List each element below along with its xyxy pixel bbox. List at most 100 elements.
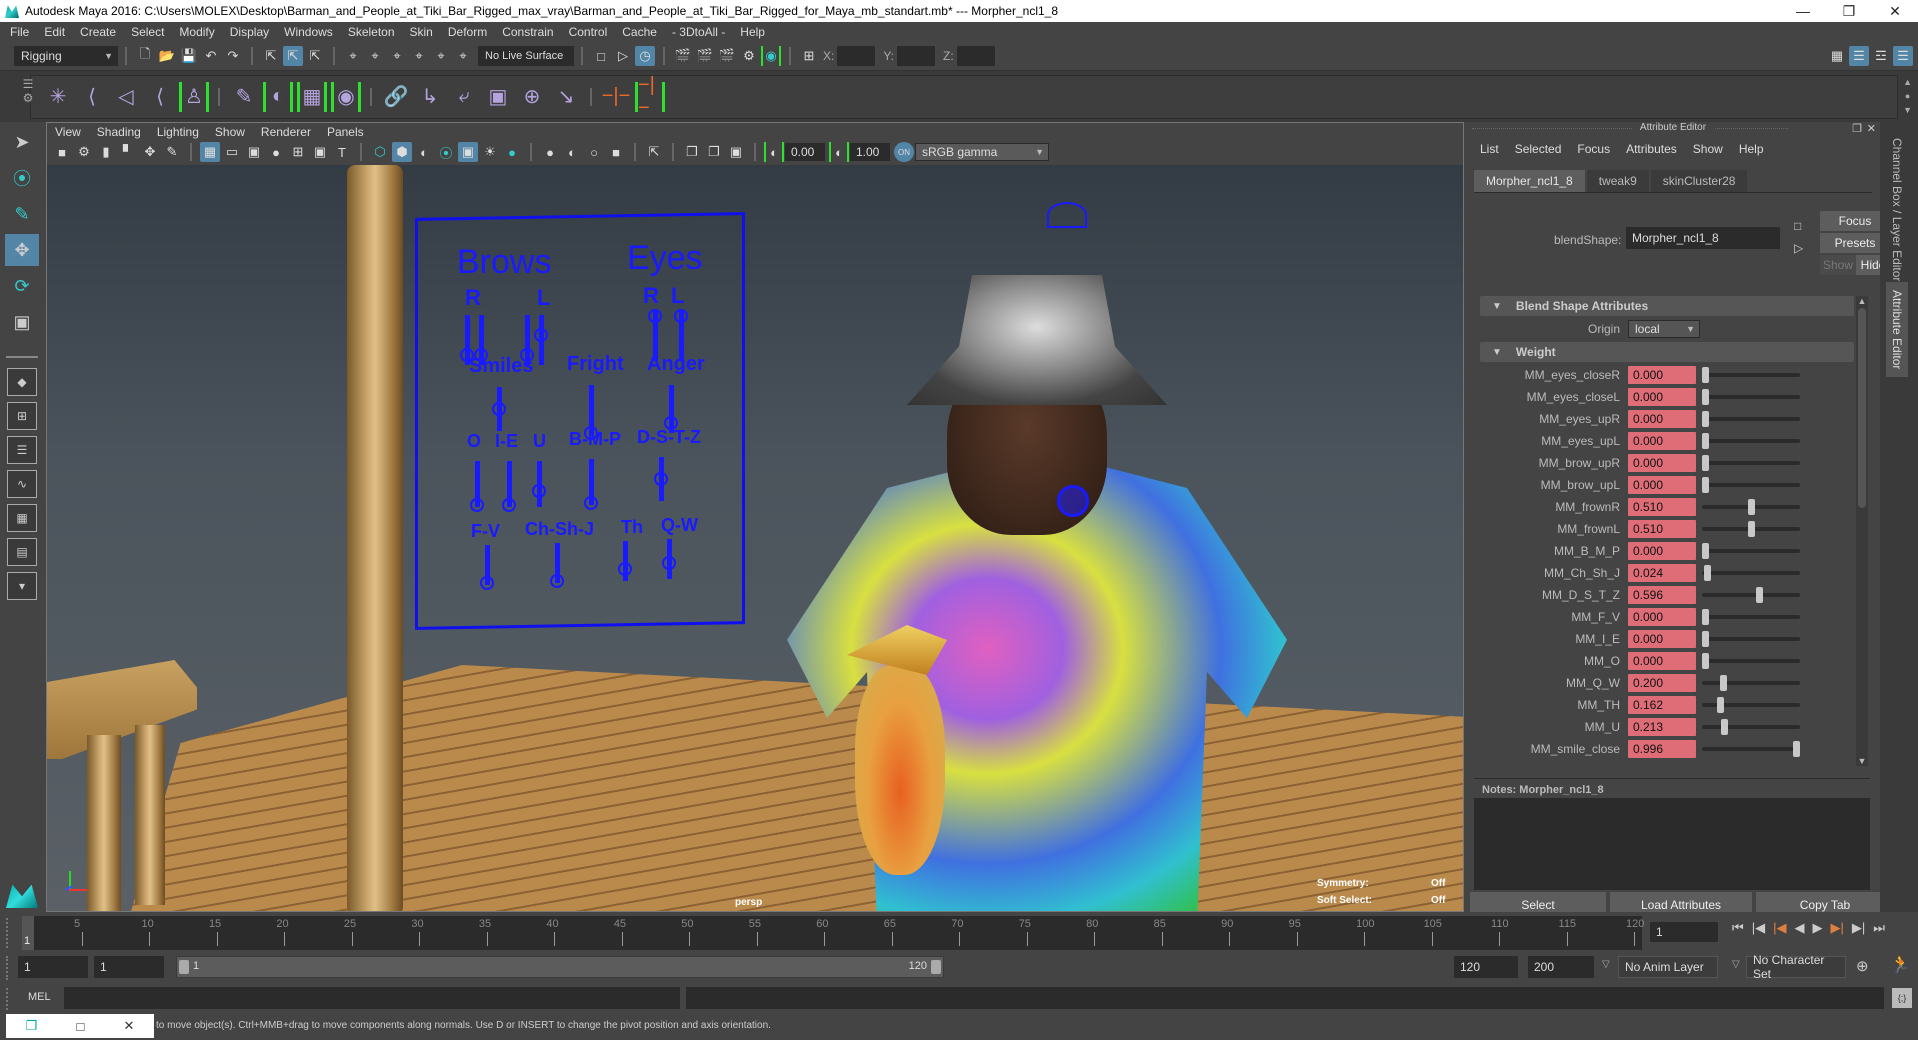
face-control-knob[interactable]	[532, 483, 546, 498]
shelf-tab-menu[interactable]: ☰ ⚙	[20, 77, 36, 105]
weight-value-field[interactable]: 0.000	[1628, 388, 1696, 406]
weight-value-field[interactable]: 0.510	[1628, 520, 1696, 538]
weight-slider[interactable]	[1702, 719, 1800, 735]
ae-menu-show[interactable]: Show	[1693, 142, 1723, 156]
safe-title-icon[interactable]: T	[332, 142, 352, 162]
weight-slider[interactable]	[1702, 455, 1800, 471]
panel-menu-panels[interactable]: Panels	[327, 125, 364, 139]
paint-select-icon[interactable]: ✎	[5, 198, 39, 230]
menu-modify[interactable]: Modify	[179, 25, 214, 39]
insert-joint-icon[interactable]: ⟨	[77, 82, 107, 112]
animation-start-field[interactable]: 1	[18, 956, 88, 978]
wireframe-on-shaded-icon[interactable]: ⦿	[436, 142, 456, 162]
xray-active-icon[interactable]: ❐	[704, 142, 724, 162]
smooth-shade-icon[interactable]: ⬢	[392, 142, 412, 162]
select-tool-icon[interactable]: ➤	[5, 126, 39, 158]
point-constraint-icon[interactable]: ↳	[415, 82, 445, 112]
weight-slider-thumb[interactable]	[1702, 389, 1709, 405]
weight-slider[interactable]	[1702, 653, 1800, 669]
hypershade-icon[interactable]: ◉	[761, 46, 781, 66]
notes-textarea[interactable]	[1474, 798, 1870, 890]
character-set-dropdown[interactable]: No Character Set	[1746, 953, 1846, 981]
menu-help[interactable]: Help	[740, 25, 765, 39]
select-component-icon[interactable]: ⇱	[305, 46, 325, 66]
playback-end-field[interactable]: 120	[1454, 956, 1518, 978]
scroll-up-icon[interactable]: ▲	[1856, 296, 1868, 306]
weight-value-field[interactable]: 0.000	[1628, 476, 1696, 494]
face-control-knob[interactable]	[534, 328, 548, 342]
snap-curve-icon[interactable]: ⌖	[365, 46, 385, 66]
wrap-icon[interactable]: ◉	[331, 81, 361, 112]
go-to-end-icon[interactable]: ⏭	[1873, 920, 1885, 936]
go-to-input-icon[interactable]: □	[1794, 219, 1801, 233]
weight-slider-thumb[interactable]	[1702, 543, 1709, 559]
drag-handle[interactable]	[6, 918, 10, 948]
weight-value-field[interactable]: 0.024	[1628, 564, 1696, 582]
time-ruler[interactable]: 1 5 10 15 20 25 30 35 40 45 50 55 60 65 70 75 80 85 90 95 1…	[22, 916, 1644, 950]
head-control-icon[interactable]	[1047, 202, 1087, 228]
menuset-dropdown[interactable]: Rigging ▼	[14, 46, 118, 66]
weight-slider-thumb[interactable]	[1704, 565, 1712, 581]
gate-mask-icon[interactable]: ●	[266, 142, 286, 162]
use-all-lights-icon[interactable]: ☀	[480, 142, 500, 162]
scale-tool-icon[interactable]: ▣	[5, 306, 39, 338]
weight-slider[interactable]	[1702, 367, 1800, 383]
menu-control[interactable]: Control	[569, 25, 608, 39]
face-control-knob[interactable]	[460, 348, 474, 362]
scale-constraint-icon[interactable]: ▣	[483, 82, 513, 112]
weight-slider-thumb[interactable]	[1702, 455, 1709, 471]
xform-input-icon[interactable]: ⊞	[799, 46, 819, 66]
pole-vector-icon[interactable]: ↘	[551, 82, 581, 112]
gamma-field[interactable]: 1.00	[850, 143, 890, 161]
tab-morpher[interactable]: Morpher_ncl1_8	[1474, 170, 1585, 192]
playback-start-field[interactable]: 1	[94, 956, 164, 978]
xray-joints-icon[interactable]: ▣	[726, 142, 746, 162]
weight-value-field[interactable]: 0.000	[1628, 630, 1696, 648]
weight-value-field[interactable]: 0.000	[1628, 366, 1696, 384]
hypershade-layout[interactable]: ▦	[7, 504, 37, 532]
aim-constraint-icon[interactable]: ⊕	[517, 82, 547, 112]
xray-icon[interactable]: ❐	[682, 142, 702, 162]
weight-slider[interactable]	[1702, 741, 1800, 757]
weight-value-field[interactable]: 0.162	[1628, 696, 1696, 714]
play-backwards-icon[interactable]: ◀	[1794, 920, 1804, 936]
weight-slider-thumb[interactable]	[1720, 675, 1728, 691]
weight-slider[interactable]	[1702, 543, 1800, 559]
face-control-knob[interactable]	[502, 497, 516, 512]
chevron-down-icon[interactable]: ▽	[1732, 959, 1740, 970]
shadows-icon[interactable]: ●	[502, 142, 522, 162]
color-management-toggle-icon[interactable]: ON	[894, 142, 914, 162]
attribute-scroll-area[interactable]: ▼ Blend Shape Attributes Origin local ▼ ▼…	[1468, 296, 1878, 776]
weight-value-field[interactable]: 0.000	[1628, 454, 1696, 472]
default-material-icon[interactable]: ◐	[414, 142, 434, 162]
menu-skeleton[interactable]: Skeleton	[348, 25, 395, 39]
close-icon[interactable]: ✕	[123, 1018, 134, 1034]
maya-window-icon[interactable]: ❐	[26, 1018, 38, 1034]
snap-grid-icon[interactable]: ⌖	[343, 46, 363, 66]
range-end-handle[interactable]	[931, 960, 941, 974]
orient-constraint-icon[interactable]: ⤶	[449, 82, 479, 112]
play-forwards-icon[interactable]: ▶	[1812, 920, 1822, 936]
hik-icon[interactable]: −|−	[601, 82, 631, 112]
modeling-toolkit-icon[interactable]: ▦	[1827, 46, 1847, 66]
weight-value-field[interactable]: 0.510	[1628, 498, 1696, 516]
wireframe-icon[interactable]: ⬡	[370, 142, 390, 162]
current-frame-field[interactable]: 1	[1650, 922, 1718, 942]
safe-action-icon[interactable]: ▣	[310, 142, 330, 162]
shelf-scroll[interactable]: ▲ ● ▼	[1903, 75, 1912, 117]
tab-skincluster28[interactable]: skinCluster28	[1650, 170, 1748, 192]
step-forward-frame-icon[interactable]: ▶|	[1852, 920, 1865, 936]
step-back-frame-icon[interactable]: |◀	[1752, 920, 1765, 936]
snap-view-plane-icon[interactable]: ⌖	[409, 46, 429, 66]
textured-icon[interactable]: ▣	[458, 142, 478, 162]
face-control-knob[interactable]	[618, 562, 632, 576]
animation-end-field[interactable]: 200	[1528, 956, 1594, 978]
show-button[interactable]: Show	[1820, 255, 1856, 275]
menu-cache[interactable]: Cache	[622, 25, 657, 39]
paint-weights-icon[interactable]: ✎	[229, 82, 259, 112]
face-control-knob[interactable]	[584, 425, 598, 440]
weight-slider[interactable]	[1702, 521, 1800, 537]
exposure-icon[interactable]: ◐	[764, 142, 784, 162]
lasso-tool-icon[interactable]: ⦿	[5, 162, 39, 194]
more-layouts[interactable]: ▾	[7, 572, 37, 600]
